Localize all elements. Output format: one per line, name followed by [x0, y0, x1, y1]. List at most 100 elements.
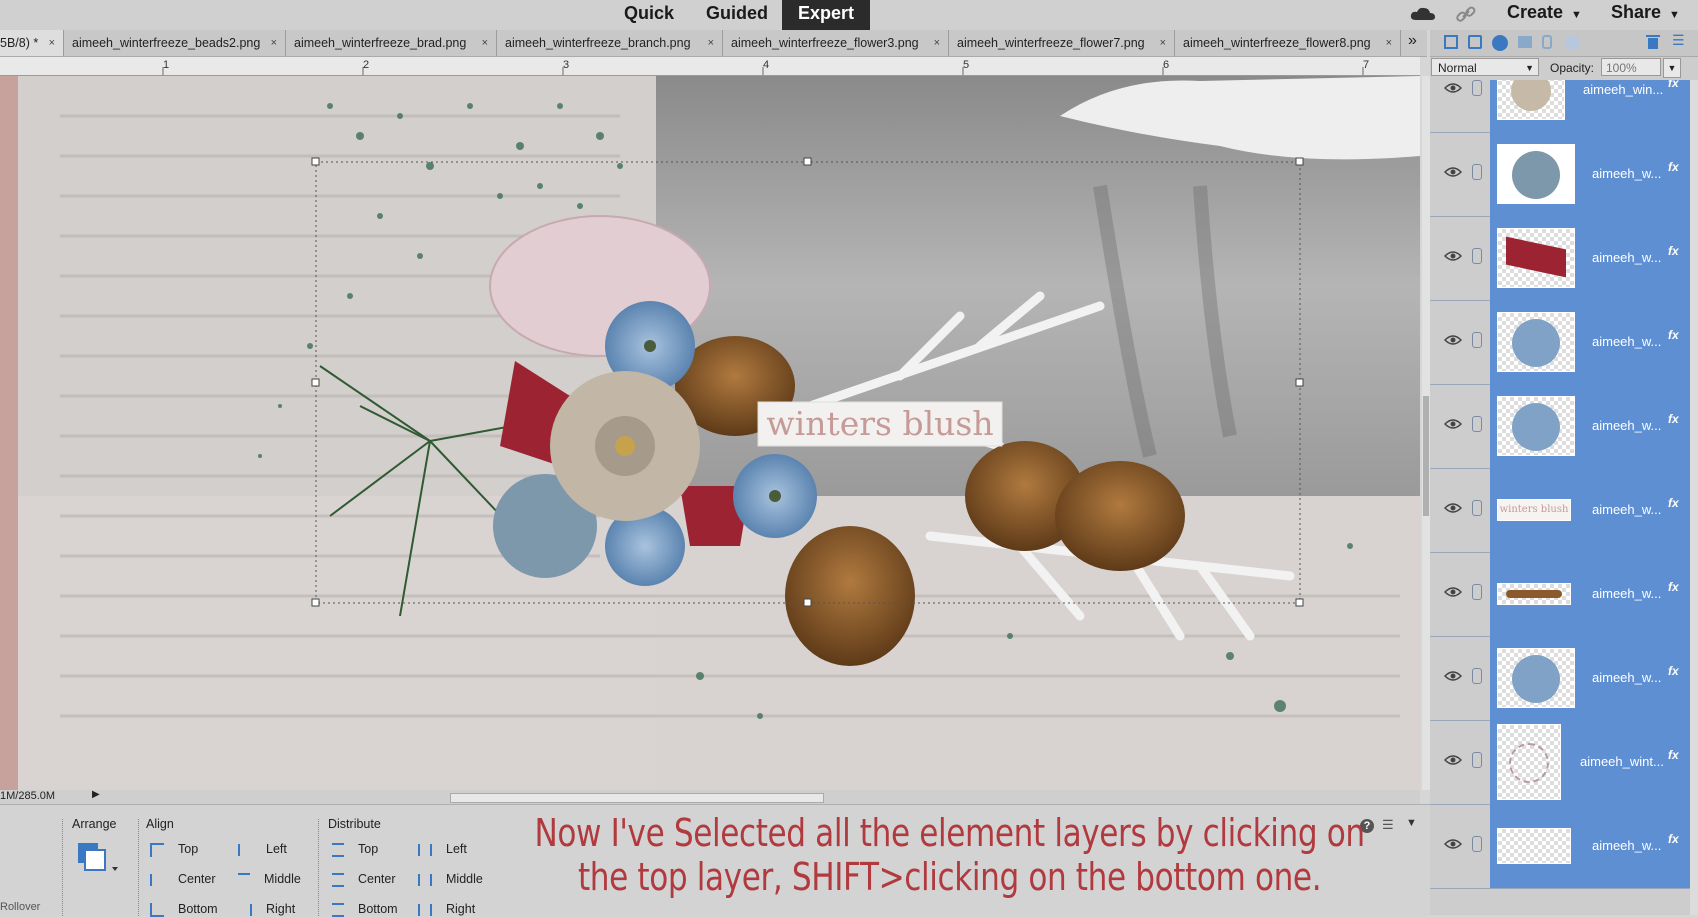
distribute-left-button[interactable]: Left — [418, 841, 467, 856]
layer-row[interactable]: aimeeh_w... fx — [1430, 636, 1690, 721]
distribute-right-icon — [418, 903, 432, 916]
layer-link-icon[interactable] — [1472, 80, 1482, 96]
align-middle-button[interactable]: Middle — [238, 871, 301, 887]
distribute-top-button[interactable]: Top — [332, 841, 378, 857]
layer-link-icon[interactable] — [1472, 836, 1482, 852]
flower-blue-icon — [1512, 655, 1560, 703]
layer-name: aimeeh_w... — [1592, 670, 1662, 685]
distribute-middle-button[interactable]: Middle — [418, 871, 483, 886]
distribute-right-button[interactable]: Right — [418, 901, 475, 916]
tab-label: aimeeh_winterfreeze_brad.png — [294, 36, 467, 50]
layer-row[interactable]: aimeeh_win... fx — [1430, 80, 1690, 133]
eye-icon[interactable] — [1444, 418, 1462, 430]
layer-row[interactable]: aimeeh_w... fx — [1430, 300, 1690, 385]
lock-all-icon[interactable] — [1566, 35, 1580, 49]
tab-label: 5B/8) * — [0, 36, 39, 50]
layer-row[interactable]: aimeeh_w... fx — [1430, 132, 1690, 217]
close-icon[interactable]: × — [934, 30, 940, 56]
align-center-button[interactable]: Center — [150, 871, 216, 886]
align-right-button[interactable]: Right — [238, 901, 295, 916]
fx-icon[interactable]: fx — [1668, 748, 1679, 762]
layer-row[interactable]: aimeeh_wint... fx — [1430, 720, 1690, 805]
eye-icon[interactable] — [1444, 670, 1462, 682]
eye-icon[interactable] — [1444, 166, 1462, 178]
panel-menu-icon[interactable]: ☰ — [1672, 32, 1685, 49]
layer-row[interactable]: aimeeh_w... fx — [1430, 384, 1690, 469]
close-icon[interactable]: × — [271, 30, 277, 56]
tab-overflow-button[interactable]: » — [1408, 32, 1417, 50]
eye-icon[interactable] — [1444, 250, 1462, 262]
layer-link-icon[interactable] — [1472, 752, 1482, 768]
distribute-center-label: Center — [358, 872, 396, 886]
document-tab[interactable]: aimeeh_winterfreeze_flower7.png × — [949, 30, 1175, 56]
chevron-right-icon[interactable]: ▶ — [92, 789, 100, 800]
new-group-icon[interactable] — [1468, 35, 1482, 49]
horizontal-scrollbar[interactable] — [450, 793, 824, 803]
layer-row[interactable]: winters blush aimeeh_w... fx — [1430, 468, 1690, 553]
distribute-bottom-button[interactable]: Bottom — [332, 901, 398, 917]
eye-icon[interactable] — [1444, 334, 1462, 346]
mode-quick-tab[interactable]: Quick — [612, 0, 686, 30]
separator — [138, 819, 139, 916]
document-tab[interactable]: aimeeh_winterfreeze_beads2.png × — [64, 30, 286, 56]
fx-icon[interactable]: fx — [1668, 244, 1679, 258]
fx-icon[interactable]: fx — [1668, 664, 1679, 678]
align-top-button[interactable]: Top — [150, 841, 198, 857]
layer-link-icon[interactable] — [1472, 416, 1482, 432]
lock-icon[interactable] — [1542, 35, 1552, 49]
document-tab[interactable]: aimeeh_winterfreeze_flower3.png × — [723, 30, 949, 56]
distribute-center-button[interactable]: Center — [332, 871, 396, 887]
fx-icon[interactable]: fx — [1668, 496, 1679, 510]
eye-icon[interactable] — [1444, 838, 1462, 850]
layer-link-icon[interactable] — [1472, 248, 1482, 264]
new-layer-icon[interactable] — [1444, 35, 1458, 49]
mode-guided-tab[interactable]: Guided — [694, 0, 780, 30]
blend-mode-select[interactable]: Normal ▼ — [1431, 58, 1539, 76]
mode-expert-tab[interactable]: Expert — [782, 0, 870, 30]
layer-link-icon[interactable] — [1472, 668, 1482, 684]
opacity-field[interactable]: 100% — [1601, 58, 1661, 76]
layer-link-icon[interactable] — [1472, 332, 1482, 348]
layer-link-icon[interactable] — [1472, 584, 1482, 600]
share-menu[interactable]: Share ▼ — [1611, 0, 1680, 30]
eye-icon[interactable] — [1444, 586, 1462, 598]
document-tab[interactable]: aimeeh_winterfreeze_branch.png × — [497, 30, 723, 56]
layer-row[interactable]: aimeeh_w... fx — [1430, 552, 1690, 637]
align-left-button[interactable]: Left — [238, 841, 287, 856]
close-icon[interactable]: × — [708, 30, 714, 56]
close-icon[interactable]: × — [1386, 30, 1392, 56]
layer-list-scrollbar[interactable] — [1690, 80, 1698, 915]
layer-row[interactable]: aimeeh_w... fx — [1430, 216, 1690, 301]
create-menu[interactable]: Create ▼ — [1507, 0, 1582, 30]
vertical-scrollbar[interactable] — [1422, 76, 1430, 790]
fx-icon[interactable]: fx — [1668, 832, 1679, 846]
fx-icon[interactable]: fx — [1668, 160, 1679, 174]
trash-icon[interactable] — [1646, 34, 1660, 50]
close-icon[interactable]: × — [482, 30, 488, 56]
layer-mask-icon[interactable] — [1518, 36, 1532, 48]
layer-link-icon[interactable] — [1472, 500, 1482, 516]
eye-icon[interactable] — [1444, 502, 1462, 514]
document-tab[interactable]: 5B/8) * × — [0, 30, 64, 56]
document-canvas[interactable]: winters blush — [0, 76, 1420, 790]
align-bottom-button[interactable]: Bottom — [150, 901, 218, 917]
fx-icon[interactable]: fx — [1668, 580, 1679, 594]
arrange-button[interactable] — [78, 843, 118, 873]
eye-icon[interactable] — [1444, 754, 1462, 766]
close-icon[interactable]: × — [49, 30, 55, 56]
fx-icon[interactable]: fx — [1668, 328, 1679, 342]
document-tab[interactable]: aimeeh_winterfreeze_flower8.png × — [1175, 30, 1401, 56]
close-icon[interactable]: × — [1160, 30, 1166, 56]
fx-icon[interactable]: fx — [1668, 412, 1679, 426]
layer-row[interactable]: aimeeh_w... fx — [1430, 804, 1690, 889]
cloud-icon[interactable] — [1410, 6, 1436, 22]
scrollbar-thumb[interactable] — [1423, 396, 1429, 516]
adjustment-layer-icon[interactable] — [1492, 35, 1508, 51]
fx-icon[interactable]: fx — [1668, 80, 1679, 90]
eye-icon[interactable] — [1444, 82, 1462, 94]
document-tab[interactable]: aimeeh_winterfreeze_brad.png × — [286, 30, 497, 56]
chevron-down-icon[interactable]: ▼ — [1406, 817, 1417, 829]
layer-link-icon[interactable] — [1472, 164, 1482, 180]
chevron-down-icon[interactable]: ▼ — [1663, 58, 1681, 78]
link-icon[interactable] — [1455, 5, 1477, 25]
